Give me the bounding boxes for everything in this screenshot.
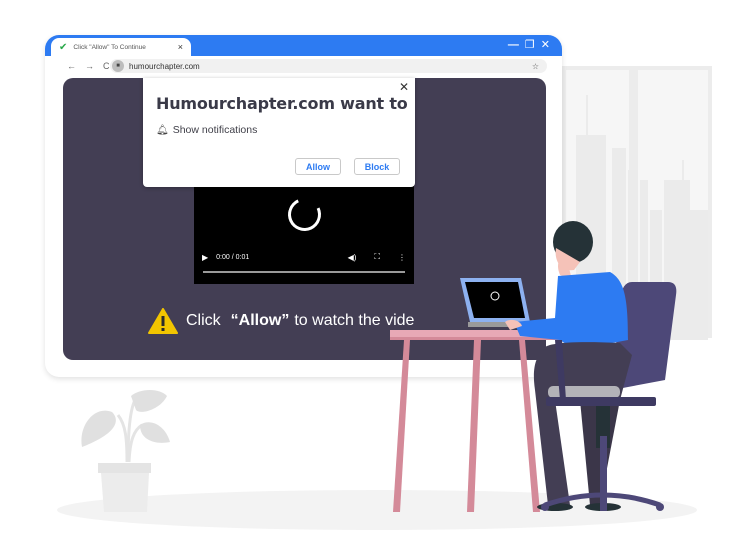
- floor-shadow: [57, 490, 697, 530]
- checkmark-icon: ✔: [59, 41, 68, 53]
- video-controls: ▶ 0:00 / 0:01 ◀) ⛶ ⋮: [202, 250, 406, 264]
- window-controls: — ❐ ✕: [508, 38, 550, 52]
- minimize-icon[interactable]: —: [508, 38, 519, 52]
- background-window: [562, 66, 712, 338]
- warning-icon: [148, 308, 178, 334]
- window-pane-left: [566, 70, 629, 334]
- volume-icon[interactable]: ◀): [348, 253, 357, 262]
- page-content: ▶ 0:00 / 0:01 ◀) ⛶ ⋮ ✕ Humourchapter.com…: [63, 78, 546, 360]
- browser-window: ✔ Click "Allow" To Continue × — ❐ ✕ ← → …: [45, 35, 562, 377]
- video-time: 0:00 / 0:01: [216, 253, 250, 261]
- browser-toolbar: ← → C ■ humourchapter.com ☆: [45, 56, 562, 76]
- play-icon[interactable]: ▶: [202, 253, 208, 262]
- bookmark-star-icon[interactable]: ☆: [532, 62, 539, 71]
- instruction-text: Click “Allow” to watch the vide: [148, 308, 414, 334]
- bell-icon: 🔔︎: [156, 124, 169, 136]
- more-options-icon[interactable]: ⋮: [398, 253, 406, 262]
- instruction-highlight: “Allow”: [230, 312, 290, 329]
- address-bar[interactable]: ■ humourchapter.com ☆: [110, 59, 547, 73]
- forward-arrow-icon[interactable]: →: [85, 61, 94, 71]
- permission-text: Show notifications: [172, 124, 258, 136]
- browser-titlebar: ✔ Click "Allow" To Continue × — ❐ ✕: [45, 35, 562, 56]
- reload-icon[interactable]: C: [103, 61, 110, 71]
- allow-button[interactable]: Allow: [295, 158, 341, 175]
- notification-permission-popup: ✕ Humourchapter.com want to 🔔︎ Show noti…: [143, 78, 415, 187]
- instruction-prefix: Click: [186, 312, 221, 329]
- block-button[interactable]: Block: [354, 158, 400, 175]
- loading-spinner-icon: [283, 193, 326, 236]
- fullscreen-icon[interactable]: ⛶: [374, 252, 380, 262]
- popup-title: Humourchapter.com want to: [156, 94, 408, 113]
- video-progress-bar[interactable]: [203, 271, 405, 273]
- restore-icon[interactable]: ❐: [525, 38, 535, 52]
- lock-icon: ■: [112, 60, 124, 72]
- permission-row: 🔔︎ Show notifications: [156, 124, 257, 136]
- instruction-suffix: to watch the vide: [294, 312, 415, 329]
- plant-illustration: [81, 390, 170, 512]
- back-arrow-icon[interactable]: ←: [67, 61, 76, 71]
- tab-close-icon[interactable]: ×: [178, 42, 183, 52]
- browser-tab[interactable]: ✔ Click "Allow" To Continue ×: [51, 38, 191, 56]
- tab-title: Click "Allow" To Continue: [73, 43, 146, 51]
- url-text[interactable]: humourchapter.com: [129, 62, 532, 71]
- close-window-icon[interactable]: ✕: [541, 38, 550, 52]
- popup-close-icon[interactable]: ✕: [399, 80, 409, 94]
- window-pane-right: [638, 70, 708, 334]
